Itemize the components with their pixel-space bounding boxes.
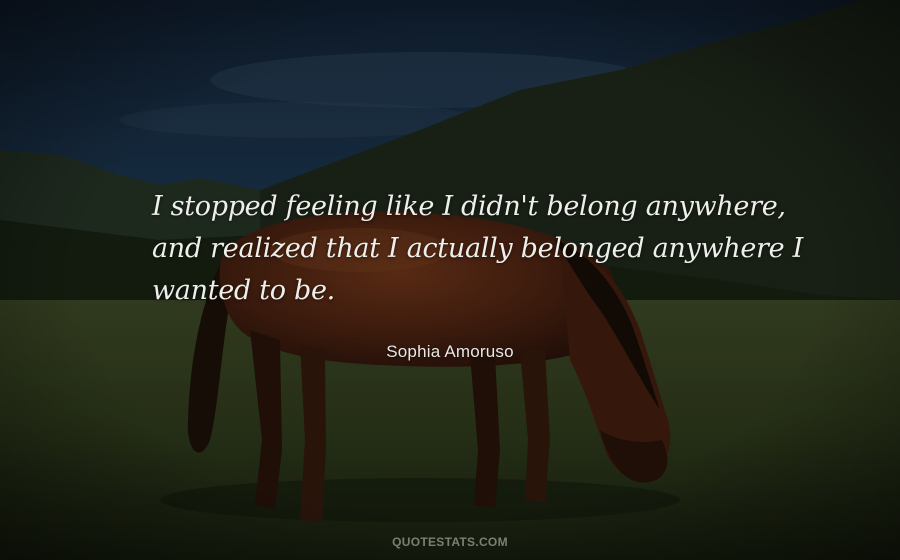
site-watermark: QUOTESTATS.COM [392, 535, 508, 549]
quote-line: wanted to be. [152, 275, 335, 306]
quote-author: Sophia Amoruso [386, 342, 514, 361]
quote-image: I stopped feeling like I didn't belong a… [0, 0, 900, 560]
quote-text: I stopped feeling like I didn't belong a… [152, 186, 803, 312]
quote-line: and realized that I actually belonged an… [152, 233, 803, 264]
quote-line: I stopped feeling like I didn't belong a… [152, 191, 786, 222]
